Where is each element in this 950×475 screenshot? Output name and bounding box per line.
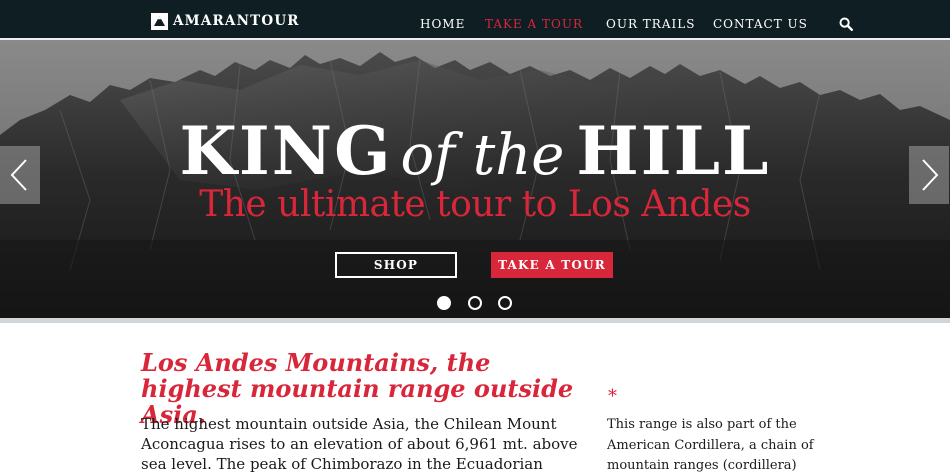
hero-title-hill: HILL (576, 112, 771, 190)
brand-logo[interactable]: AMARANTOUR (151, 12, 300, 30)
nav-item-home[interactable]: HOME (420, 17, 465, 31)
nav-item-contact-us[interactable]: CONTACT US (713, 17, 808, 31)
hero-title-of-the: of the (400, 123, 565, 188)
hero-title: KING of the HILL (0, 112, 950, 190)
carousel-dot-3[interactable] (498, 296, 512, 310)
hero-carousel: KING of the HILL The ultimate tour to Los … (0, 40, 950, 323)
carousel-next-button[interactable] (909, 146, 949, 204)
nav-item-our-trails[interactable]: OUR TRAILS (606, 17, 695, 31)
shop-button[interactable]: SHOP (335, 252, 457, 278)
carousel-dot-1[interactable] (437, 296, 451, 310)
aside-text: This range is also part of the American … (607, 417, 814, 473)
brand-name: AMARANTOUR (173, 13, 300, 29)
take-a-tour-button[interactable]: TAKE A TOUR (491, 252, 613, 278)
mountain-logo-icon (151, 12, 168, 30)
carousel-prev-button[interactable] (0, 146, 40, 204)
hero-subtitle: The ultimate tour to Los Andes (199, 184, 751, 225)
nav-item-take-a-tour[interactable]: TAKE A TOUR (485, 17, 583, 31)
chevron-left-icon (10, 159, 27, 191)
section-body-text: The highest mountain outside Asia, the C… (141, 415, 578, 473)
top-navbar: AMARANTOUR HOME TAKE A TOUR OUR TRAILS C… (0, 0, 950, 38)
aside-asterisk: * (608, 386, 617, 407)
search-icon[interactable] (839, 16, 854, 32)
hero-title-king: KING (179, 112, 393, 190)
carousel-dot-2[interactable] (468, 296, 482, 310)
chevron-right-icon (922, 159, 939, 191)
